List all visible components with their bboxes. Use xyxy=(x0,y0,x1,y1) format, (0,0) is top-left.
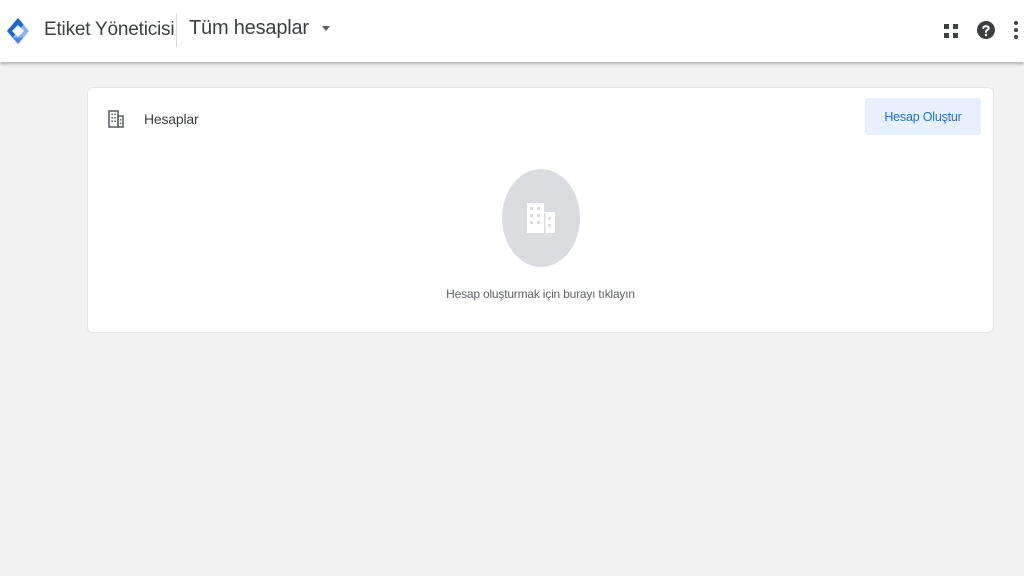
help-icon[interactable] xyxy=(977,21,995,39)
header-divider xyxy=(176,13,177,47)
chevron-down-icon xyxy=(321,26,330,31)
empty-state-text[interactable]: Hesap oluşturmak için burayı tıklayın xyxy=(88,287,993,301)
accounts-card: Hesaplar Hesap Oluştur Hesap oluşturmak … xyxy=(87,87,994,333)
tag-manager-logo-icon[interactable] xyxy=(6,17,30,45)
empty-state-create-button[interactable] xyxy=(502,169,580,267)
account-selector-label: Tüm hesaplar xyxy=(189,17,309,39)
apps-grid-icon[interactable] xyxy=(944,24,958,38)
more-vert-icon[interactable] xyxy=(1013,21,1019,39)
top-app-bar: Etiket Yöneticisi Tüm hesaplar xyxy=(0,0,1024,62)
building-icon xyxy=(527,203,555,233)
app-title[interactable]: Etiket Yöneticisi xyxy=(44,19,175,41)
card-title: Hesaplar xyxy=(144,111,199,127)
building-icon xyxy=(108,110,124,128)
create-account-button[interactable]: Hesap Oluştur xyxy=(865,98,981,135)
account-selector[interactable]: Tüm hesaplar xyxy=(189,17,330,40)
